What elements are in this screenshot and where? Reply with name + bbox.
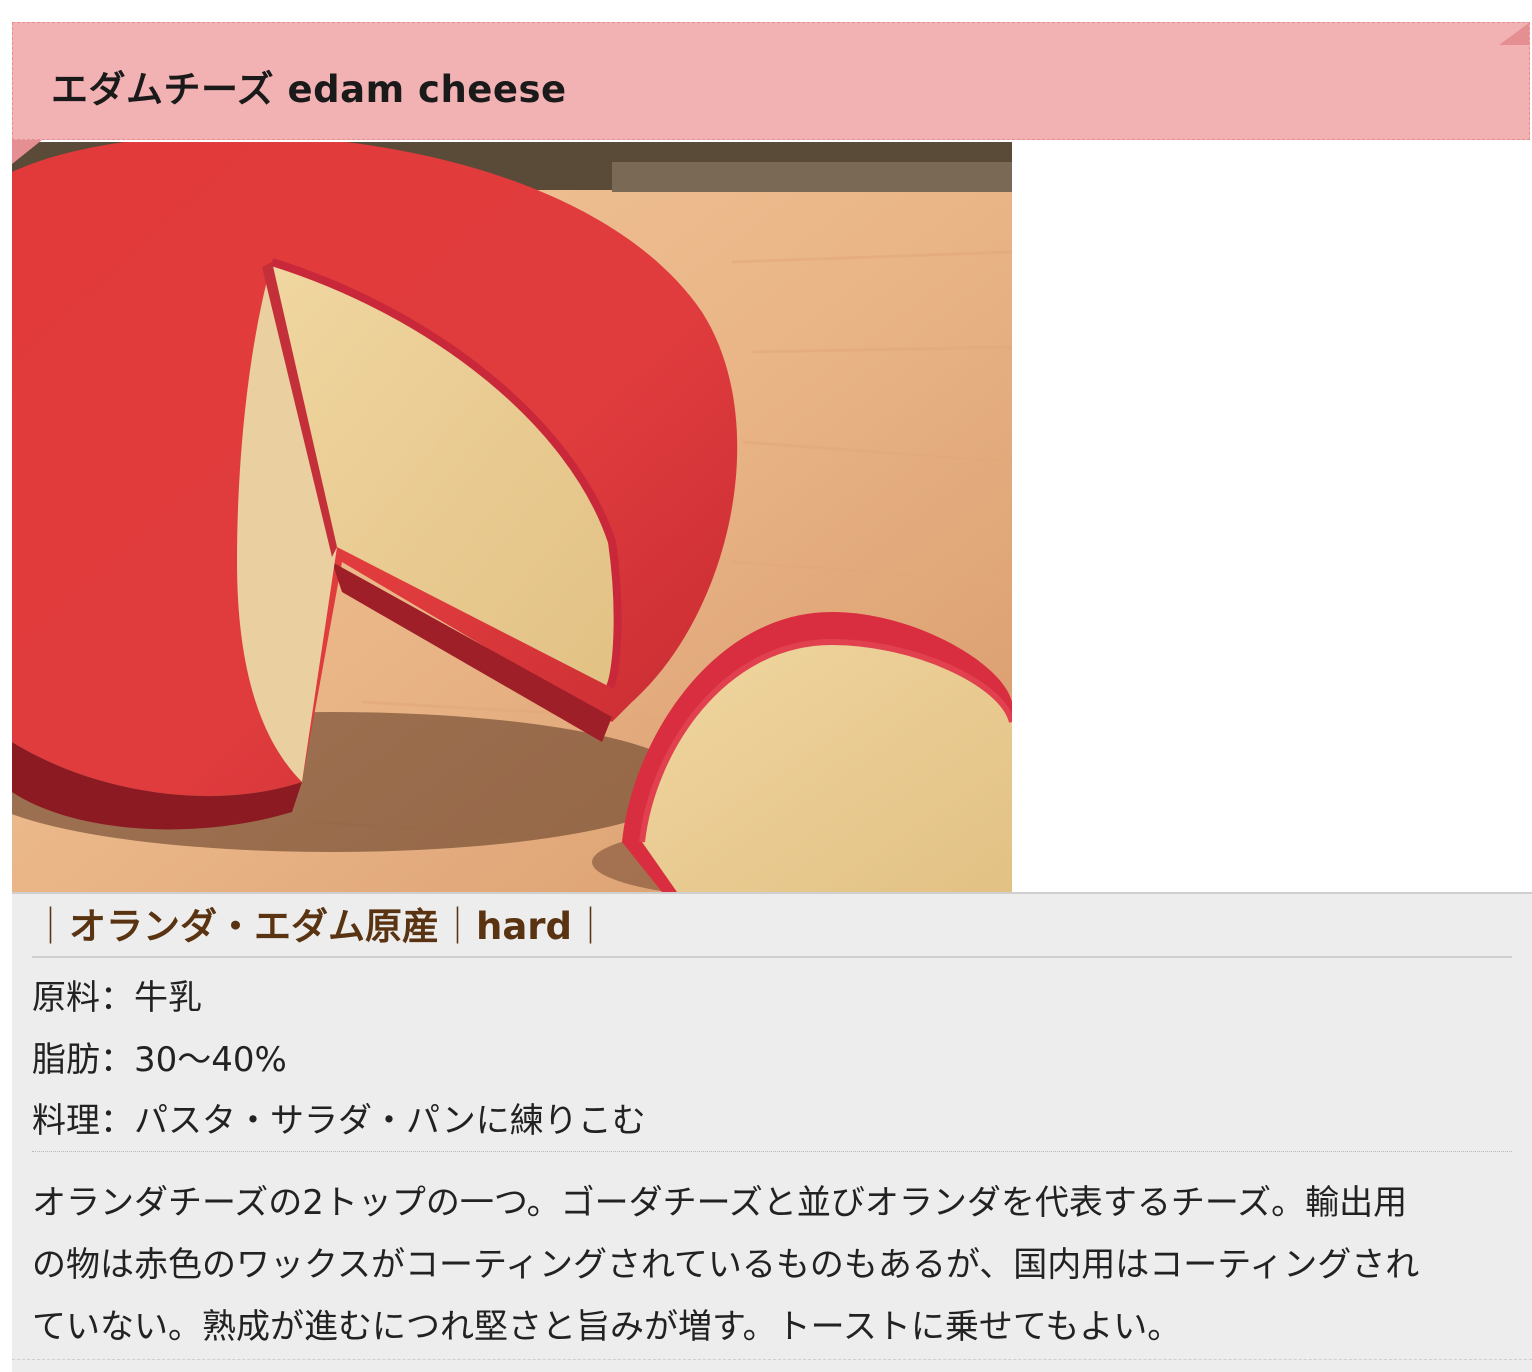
spec-fat: 脂肪：30〜40% <box>32 1040 287 1080</box>
separator: ｜ <box>439 905 476 948</box>
description-line: の物は赤色のワックスがコーティングされているものもあるが、国内用はコーティングさ… <box>32 1245 1420 1285</box>
ribbon-fold-right <box>1499 23 1529 45</box>
description-line: ていない。熟成が進むにつれ堅さと旨みが増す。トーストに乗せてもよい。 <box>32 1307 1182 1347</box>
description: オランダチーズの2トップの一つ。ゴーダチーズと並びオランダを代表するチーズ。輸出… <box>32 1172 1512 1358</box>
ribbon-fold-left <box>12 140 42 164</box>
origin-label: オランダ・エダム原産 <box>69 905 439 948</box>
spec-ingredient: 原料：牛乳 <box>32 978 202 1018</box>
cheese-card: エダムチーズ edam cheese ｜オランダ・エダム原産｜hard｜ 原料：… <box>0 0 1532 1372</box>
cheese-photo <box>12 142 1012 892</box>
cheese-info-box: ｜オランダ・エダム原産｜hard｜ 原料：牛乳 脂肪：30〜40% 料理：パスタ… <box>12 892 1532 1372</box>
divider <box>12 1359 1532 1360</box>
origin-line: ｜オランダ・エダム原産｜hard｜ <box>32 904 1512 958</box>
separator: ｜ <box>572 905 610 948</box>
separator: ｜ <box>32 905 69 948</box>
description-line: オランダチーズの2トップの一つ。ゴーダチーズと並びオランダを代表するチーズ。輸出… <box>32 1183 1408 1223</box>
heading-ribbon: エダムチーズ edam cheese <box>12 22 1530 140</box>
spec-cooking: 料理：パスタ・サラダ・パンに練りこむ <box>32 1101 646 1141</box>
page-title: エダムチーズ edam cheese <box>51 68 567 111</box>
divider <box>32 1151 1512 1152</box>
cheese-type-label: hard <box>476 905 573 948</box>
